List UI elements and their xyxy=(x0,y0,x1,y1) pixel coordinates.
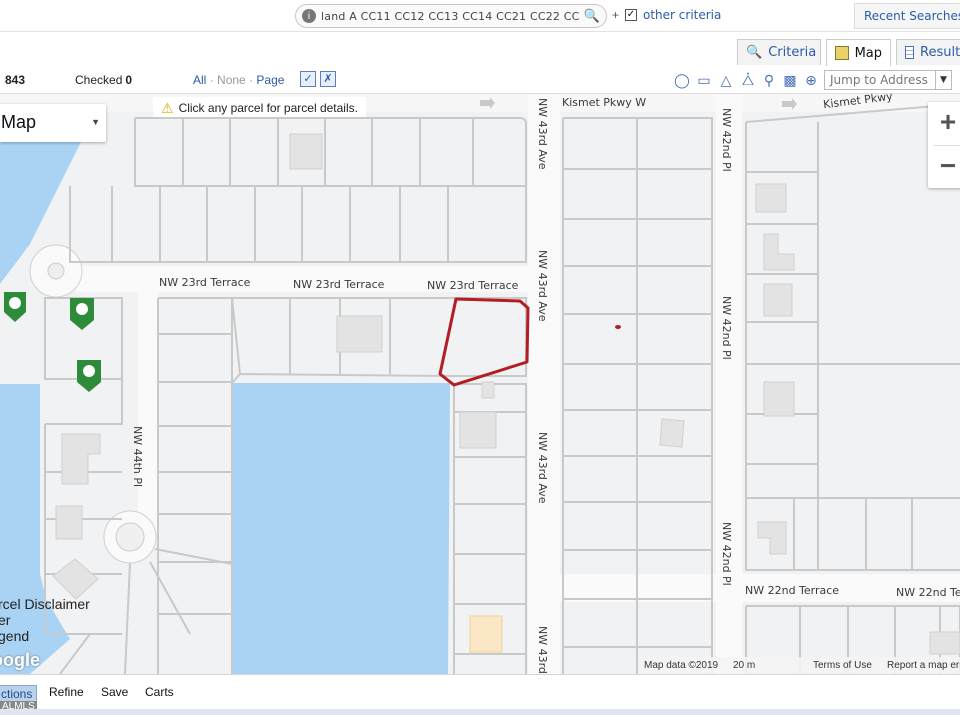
search-bar: i land A CC11 CC12 CC13 CC14 CC21 CC22 C… xyxy=(0,0,960,32)
map-icon xyxy=(835,46,849,60)
tab-criteria[interactable]: 🔍 Criteria xyxy=(737,39,821,65)
info-icon[interactable]: i xyxy=(302,9,316,23)
select-all-link[interactable]: All xyxy=(193,73,206,87)
checked-count: 0 xyxy=(125,73,133,87)
tree-icon xyxy=(83,365,95,377)
recent-searches-button[interactable]: Recent Searches xyxy=(854,3,960,29)
chevron-down-icon[interactable]: ▼ xyxy=(935,71,951,89)
plus-separator: + xyxy=(612,8,620,22)
road-label: NW 22nd Te xyxy=(896,586,960,599)
lasso-icon[interactable]: ⧊ xyxy=(739,71,757,89)
map-attribution: Map data ©2019 20 m Terms of Use Report … xyxy=(638,657,960,674)
road-label: Kismet Pkwy W xyxy=(562,96,647,109)
tab-criteria-label: Criteria xyxy=(768,45,817,60)
tree-icon xyxy=(76,303,88,315)
zoom-out-button[interactable]: − xyxy=(928,146,960,188)
rectangle-draw-icon[interactable]: ▭ xyxy=(695,71,713,89)
lake-water xyxy=(232,383,450,674)
map-type-dropdown[interactable]: Map ▼ xyxy=(0,104,106,142)
tab-results[interactable]: Results xyxy=(896,39,960,65)
circle-draw-icon[interactable]: ◯ xyxy=(673,71,691,89)
parcel-hint-notice: ⚠ Click any parcel for parcel details. xyxy=(153,97,366,117)
road-label: NW 42nd Pl xyxy=(720,296,733,360)
refine-tab[interactable]: Refine xyxy=(49,685,84,699)
polygon-draw-icon[interactable]: △ xyxy=(717,71,735,89)
search-criteria-text[interactable]: land A CC11 CC12 CC13 CC14 CC21 CC22 CC xyxy=(321,10,579,23)
parcel-disclaimer-link[interactable]: rcel Disclaimer xyxy=(0,596,90,612)
map-type-label: Map xyxy=(1,112,37,132)
jump-to-address-placeholder: Jump to Address xyxy=(830,73,928,87)
app-window: i land A CC11 CC12 CC13 CC14 CC21 CC22 C… xyxy=(0,0,960,715)
road-label: NW 22nd Terrace xyxy=(745,584,840,597)
zoom-control: + − xyxy=(928,102,960,188)
road-label: NW 44th Pl xyxy=(131,426,144,488)
other-criteria-link[interactable]: other criteria xyxy=(643,8,721,22)
checked-status: Checked 0 xyxy=(75,73,132,87)
road-label: NW 42nd Pl xyxy=(720,522,733,586)
road-label: NW 43rd Ave xyxy=(536,98,549,170)
filter-link[interactable]: er xyxy=(0,612,90,628)
road-label: NW 43rd Ave xyxy=(536,432,549,504)
road-label: NW 23rd Terrace xyxy=(159,276,251,289)
road-label: NW 23rd Terrace xyxy=(293,278,385,291)
tab-map[interactable]: Map xyxy=(826,39,891,66)
scale-label: 20 m xyxy=(733,660,756,671)
jump-to-address-input[interactable]: Jump to Address ▼ xyxy=(824,70,952,90)
view-tabs: 🔍 Criteria Map Results xyxy=(0,32,960,66)
map-legend-links: rcel Disclaimer er gend xyxy=(0,596,90,644)
checked-label: Checked xyxy=(75,73,123,87)
zoom-in-button[interactable]: + xyxy=(928,102,960,144)
cul-de-sac-island xyxy=(47,262,65,280)
select-none-link[interactable]: None xyxy=(217,73,246,87)
chevron-down-icon: ▼ xyxy=(91,117,100,127)
tab-results-label: Results xyxy=(920,45,960,60)
parcel-map[interactable]: Kismet Pkwy W Kismet Pkwy NW 23rd Terrac… xyxy=(0,94,960,674)
crosshair-icon[interactable]: ⊕ xyxy=(802,71,820,89)
check-map-icon[interactable]: ✗ xyxy=(320,71,336,87)
warning-icon: ⚠ xyxy=(161,99,174,116)
cul-de-sac-island xyxy=(115,522,145,552)
pin-icon[interactable]: ⚲ xyxy=(760,71,778,89)
highlighted-building xyxy=(469,615,503,653)
report-map-error-link[interactable]: Report a map error xyxy=(887,660,960,671)
carts-tab[interactable]: Carts xyxy=(145,685,174,699)
tree-icon xyxy=(9,297,21,309)
parcel-marker-dot[interactable] xyxy=(615,325,621,329)
terms-of-use-link[interactable]: Terms of Use xyxy=(813,660,872,671)
bottom-nav: ctions Refine Save Carts ALMLS xyxy=(0,674,960,715)
other-criteria-checkbox[interactable]: ✓ xyxy=(625,9,637,21)
nw-43rd-ave-road xyxy=(528,94,560,674)
nw-44th-pl-road xyxy=(138,292,158,532)
check-selected-icon[interactable]: ✓ xyxy=(300,71,316,87)
road-label: NW 23rd Terrace xyxy=(427,279,519,292)
google-logo: oogle xyxy=(0,650,40,670)
bottom-strip xyxy=(0,709,960,715)
link-separator: · xyxy=(209,73,214,87)
results-toolbar: 843 Checked 0 All · None · Page ✓ ✗ ◯ ▭ △… xyxy=(0,66,960,94)
table-icon xyxy=(905,46,915,59)
search-criteria-box[interactable]: i land A CC11 CC12 CC13 CC14 CC21 CC22 C… xyxy=(295,4,607,28)
link-separator: · xyxy=(249,73,254,87)
map-data-credit: Map data ©2019 xyxy=(644,660,719,671)
road-label: NW 43rd xyxy=(536,626,549,674)
road-label: NW 42nd Pl xyxy=(720,108,733,172)
search-icon[interactable]: 🔍 xyxy=(584,8,600,24)
school-bus-icon[interactable]: ▩ xyxy=(781,71,799,89)
listing-pins[interactable] xyxy=(4,292,101,392)
magnifier-icon: 🔍 xyxy=(746,45,763,60)
result-count: 843 xyxy=(5,73,26,87)
road-label: NW 43rd Ave xyxy=(536,250,549,322)
selected-parcel-outline[interactable] xyxy=(438,297,530,387)
parcel-hint-text: Click any parcel for parcel details. xyxy=(178,101,358,115)
selection-links: All · None · Page xyxy=(193,73,284,87)
legend-link[interactable]: gend xyxy=(0,628,90,644)
save-tab[interactable]: Save xyxy=(101,685,128,699)
select-page-link[interactable]: Page xyxy=(256,73,284,87)
tab-map-label: Map xyxy=(854,45,882,61)
